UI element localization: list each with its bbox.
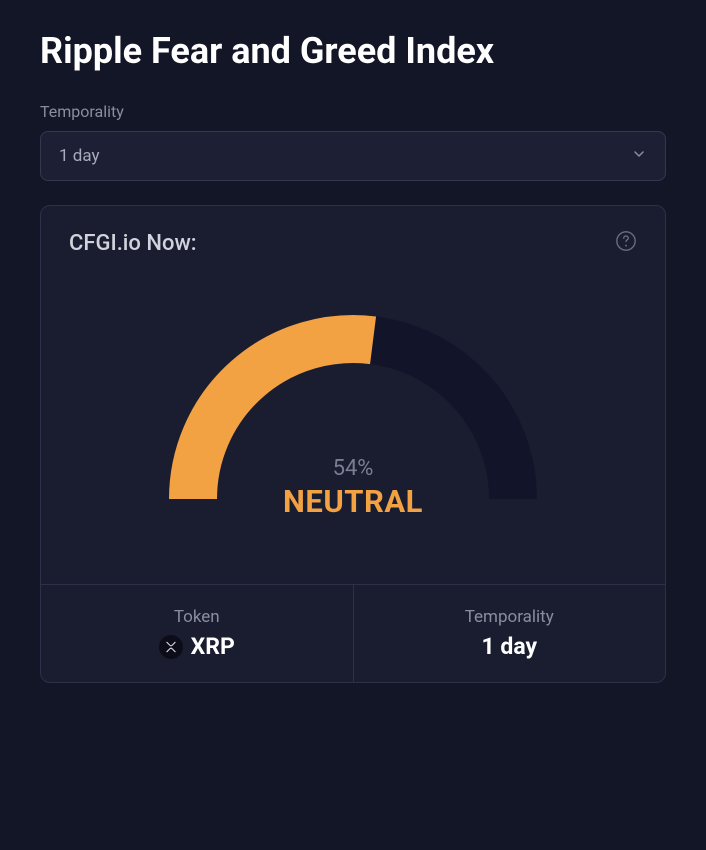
chevron-down-icon [631,146,647,166]
temporality-dropdown-label: Temporality [40,102,666,121]
gauge-percent: 54% [168,456,538,481]
footer-token-value: XRP [159,633,235,660]
footer-temporality-value: 1 day [481,633,537,660]
xrp-icon [159,635,183,659]
footer-token-label: Token [51,607,343,627]
card-header: CFGI.io Now: [41,206,665,266]
page-title: Ripple Fear and Greed Index [40,30,666,72]
card-title: CFGI.io Now: [69,231,197,256]
gauge-area: 54% NEUTRAL [41,266,665,584]
gauge-sentiment-label: NEUTRAL [168,483,538,520]
temporality-dropdown[interactable]: 1 day [40,131,666,181]
dropdown-selected-value: 1 day [59,146,100,166]
token-symbol: XRP [191,633,235,660]
card-footer: Token XRP Temporality 1 day [41,584,665,682]
index-card: CFGI.io Now: 54% NEUTRAL Token [40,205,666,683]
footer-token-cell: Token XRP [41,585,354,682]
footer-temporality-cell: Temporality 1 day [354,585,666,682]
gauge: 54% NEUTRAL [168,314,538,514]
help-icon[interactable] [615,230,637,256]
footer-temporality-label: Temporality [364,607,656,627]
